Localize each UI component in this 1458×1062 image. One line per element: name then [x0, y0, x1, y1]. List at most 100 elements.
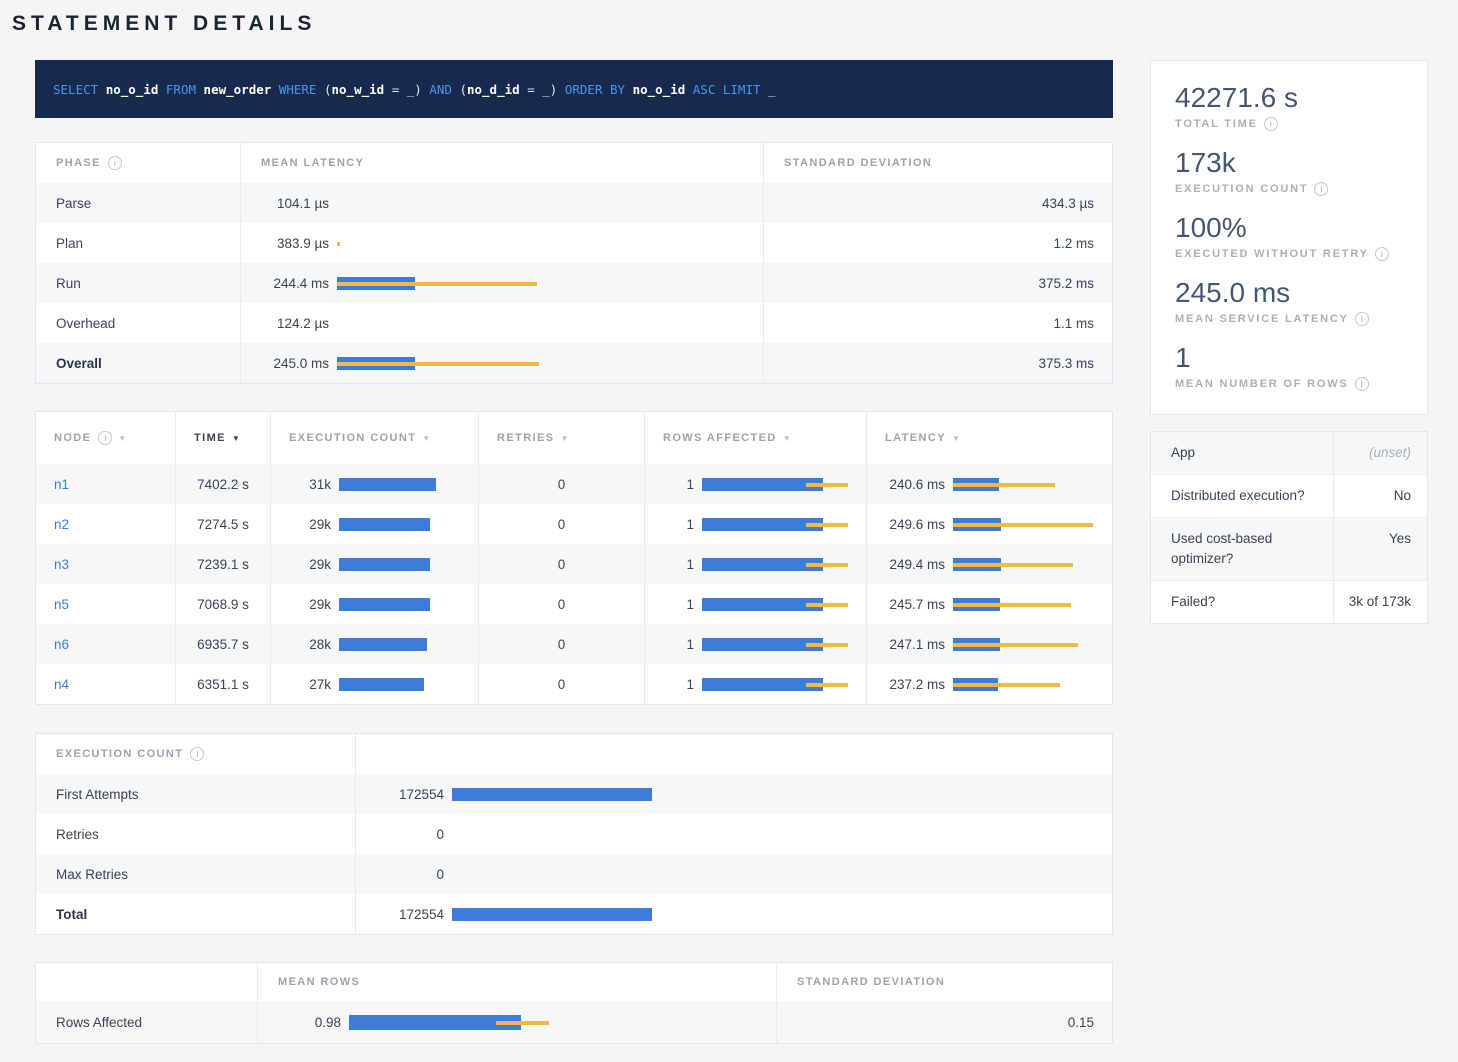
- mean-bar: [452, 908, 652, 921]
- rows-bar-chart: [702, 678, 854, 691]
- column-header-time[interactable]: TIME ▼: [176, 412, 271, 464]
- sort-desc-icon[interactable]: ▼: [232, 434, 240, 443]
- retries-cell: 0: [479, 544, 645, 584]
- node-link[interactable]: n1: [36, 477, 69, 492]
- node-link[interactable]: n3: [36, 557, 69, 572]
- node-link[interactable]: n4: [36, 677, 69, 692]
- mean-latency-value: 244.4 ms: [261, 276, 329, 291]
- statement-summary-card: 42271.6 s TOTAL TIME i 173k EXECUTION CO…: [1150, 60, 1428, 415]
- mean-bar: [452, 788, 652, 801]
- summary-item: 1 MEAN NUMBER OF ROWS i: [1175, 341, 1403, 391]
- exec-count-bar-chart: [339, 638, 466, 651]
- execution-count-cell: 29k: [271, 504, 479, 544]
- rows-table-header: MEAN ROWS STANDARD DEVIATION: [36, 963, 1112, 1001]
- node-table-body: n1 7402.2 s 31k 0 1: [36, 464, 1112, 704]
- table-row: n3 7239.1 s 29k 0 1: [36, 544, 1112, 584]
- latency-cell: 247.1 ms: [867, 624, 1114, 664]
- mean-latency-cell: 244.4 ms: [241, 263, 764, 303]
- exec-row-value: 0: [372, 867, 444, 882]
- info-icon[interactable]: i: [1264, 117, 1278, 131]
- info-icon[interactable]: i: [190, 747, 204, 761]
- sort-desc-icon[interactable]: ▼: [783, 434, 791, 443]
- info-icon[interactable]: i: [108, 156, 122, 170]
- column-header-node[interactable]: NODE i ▼: [36, 412, 176, 464]
- phase-label: Parse: [36, 183, 241, 223]
- mean-bar: [702, 518, 823, 531]
- node-cell: n1: [36, 464, 176, 504]
- rows-affected-value: 1: [657, 597, 694, 612]
- fact-row-app: App (unset): [1151, 432, 1427, 475]
- phase-header-label: PHASE: [56, 157, 101, 169]
- mean-bar: [339, 678, 424, 691]
- exec-table-body: First Attempts 172554 Retries 0 Max Retr…: [36, 774, 1112, 934]
- exec-count-bar-chart: [452, 908, 1098, 921]
- phase-table-header: PHASE i MEAN LATENCY STANDARD DEVIATION: [36, 143, 1112, 183]
- column-header-execution-count[interactable]: EXECUTION COUNT ▼: [271, 412, 479, 464]
- sort-desc-icon[interactable]: ▼: [952, 434, 960, 443]
- exec-count-bar-chart: [339, 518, 466, 531]
- sort-desc-icon[interactable]: ▼: [560, 434, 568, 443]
- stddev-whisker: [806, 643, 848, 647]
- rows-header-label: ROWS AFFECTED: [663, 432, 777, 444]
- exec-count-bar-chart: [339, 678, 466, 691]
- table-row: n4 6351.1 s 27k 0 1: [36, 664, 1112, 704]
- table-row: First Attempts 172554: [36, 774, 1112, 814]
- node-cell: n5: [36, 584, 176, 624]
- exec-table-header: EXECUTION COUNT i: [36, 734, 1112, 774]
- sort-desc-icon[interactable]: ▼: [118, 434, 126, 443]
- info-icon[interactable]: i: [1355, 312, 1369, 326]
- main-column: SELECT no_o_id FROM new_order WHERE (no_…: [35, 60, 1113, 1044]
- node-link[interactable]: n6: [36, 637, 69, 652]
- phase-header-cell: PHASE i: [36, 143, 241, 183]
- exec-row-label: Total: [36, 894, 356, 934]
- rows-affected-value: 1: [657, 477, 694, 492]
- mean-latency-cell: 124.2 µs: [241, 303, 764, 343]
- exec-count-bar-chart: [339, 558, 466, 571]
- stddev-value: 375.2 ms: [764, 263, 1114, 303]
- latency-cell: 240.6 ms: [867, 464, 1114, 504]
- stddev-header-cell: STANDARD DEVIATION: [777, 963, 1114, 1001]
- phase-label: Overall: [36, 343, 241, 383]
- column-header-retries[interactable]: RETRIES ▼: [479, 412, 645, 464]
- table-row: Max Retries 0: [36, 854, 1112, 894]
- info-icon[interactable]: i: [1375, 247, 1389, 261]
- latency-value: 237.2 ms: [879, 677, 945, 692]
- time-cell: 7068.9 s: [176, 584, 271, 624]
- phase-latency-table: PHASE i MEAN LATENCY STANDARD DEVIATION …: [35, 142, 1113, 384]
- latency-cell: 237.2 ms: [867, 664, 1114, 704]
- time-cell: 7402.2 s: [176, 464, 271, 504]
- exec-count-header-label: EXECUTION COUNT: [56, 748, 183, 760]
- node-header-label: NODE: [54, 432, 91, 444]
- latency-cell: 249.4 ms: [867, 544, 1114, 584]
- node-link[interactable]: n2: [36, 517, 69, 532]
- exec-count-value: 31k: [287, 477, 331, 492]
- mean-latency-value: 104.1 µs: [261, 196, 329, 211]
- empty-header-cell: [356, 734, 1114, 774]
- rows-bar-chart: [349, 1015, 762, 1030]
- node-link[interactable]: n5: [36, 597, 69, 612]
- rows-affected-value: 1: [657, 557, 694, 572]
- time-header-label: TIME: [194, 432, 226, 444]
- table-row: Total 172554: [36, 894, 1112, 934]
- mean-latency-value: 383.9 µs: [261, 236, 329, 251]
- stddev-whisker: [953, 603, 1071, 607]
- sort-desc-icon[interactable]: ▼: [422, 434, 430, 443]
- latency-bar-chart: [337, 277, 749, 290]
- executed-without-retry-label: EXECUTED WITHOUT RETRY i: [1175, 247, 1403, 261]
- stddev-whisker: [953, 683, 1060, 687]
- rows-bar-chart: [702, 598, 854, 611]
- node-cell: n6: [36, 624, 176, 664]
- info-icon[interactable]: i: [1314, 182, 1328, 196]
- exec-count-bar-chart: [339, 598, 466, 611]
- phase-table-body: Parse 104.1 µs 434.3 µs Plan 383.9 µs: [36, 183, 1112, 383]
- table-row: n1 7402.2 s 31k 0 1: [36, 464, 1112, 504]
- info-icon[interactable]: i: [98, 431, 112, 445]
- latency-header-label: LATENCY: [885, 432, 946, 444]
- column-header-rows-affected[interactable]: ROWS AFFECTED ▼: [645, 412, 867, 464]
- exec-row-value-cell: 0: [356, 814, 1114, 854]
- column-header-latency[interactable]: LATENCY ▼: [867, 412, 1114, 464]
- rows-bar-chart: [702, 478, 854, 491]
- mean-bar: [339, 478, 436, 491]
- table-row: Parse 104.1 µs 434.3 µs: [36, 183, 1112, 223]
- info-icon[interactable]: i: [1355, 377, 1369, 391]
